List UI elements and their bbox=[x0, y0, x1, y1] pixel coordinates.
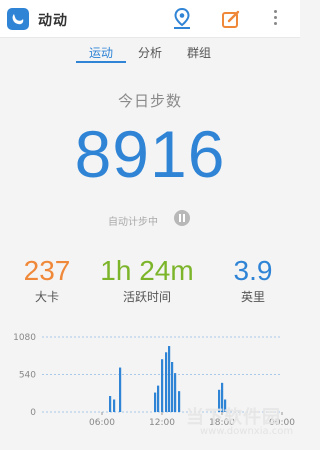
app-title: 动动 bbox=[38, 13, 68, 29]
chart-bar bbox=[154, 392, 157, 412]
watermark-url: www.downxia.com bbox=[200, 426, 294, 437]
distance-label: 英里 bbox=[240, 290, 265, 304]
y-tick-label: 0 bbox=[30, 408, 36, 418]
chart-bar bbox=[171, 362, 174, 412]
app-logo-icon[interactable] bbox=[7, 8, 29, 30]
chart-bar bbox=[119, 367, 122, 412]
pause-button[interactable] bbox=[174, 210, 190, 226]
y-tick-label: 1080 bbox=[13, 333, 36, 343]
more-vertical-icon[interactable] bbox=[268, 8, 282, 30]
tab-bar: 运动 分析 群组 bbox=[0, 40, 300, 66]
chart-bar bbox=[168, 346, 171, 412]
x-tick-label: 06:00 bbox=[89, 418, 115, 428]
calories-label: 大卡 bbox=[34, 290, 59, 304]
calories-stat: 237 大卡 bbox=[12, 256, 82, 305]
tab-exercise[interactable]: 运动 bbox=[79, 44, 123, 61]
chart-bar bbox=[174, 373, 177, 412]
auto-count-status: 自动计步中 bbox=[108, 217, 158, 228]
chart-bar bbox=[113, 399, 116, 412]
active-time-stat: 1h 24m 活跃时间 bbox=[88, 256, 206, 305]
active-tab-indicator bbox=[76, 61, 126, 63]
distance-stat: 3.9 英里 bbox=[222, 256, 284, 305]
chart-bar bbox=[161, 359, 164, 412]
chart-bar bbox=[178, 391, 181, 412]
tab-groups[interactable]: 群组 bbox=[177, 44, 221, 61]
chart-bar bbox=[157, 385, 160, 412]
steps-count: 8916 bbox=[74, 117, 226, 191]
tab-analysis[interactable]: 分析 bbox=[128, 44, 172, 61]
edit-icon[interactable] bbox=[220, 8, 242, 30]
chart-bar bbox=[109, 396, 112, 412]
calories-value: 237 bbox=[23, 255, 71, 286]
active-time-label: 活跃时间 bbox=[122, 290, 171, 304]
chart-bar bbox=[165, 352, 168, 412]
distance-value: 3.9 bbox=[233, 255, 273, 286]
steps-title: 今日步数 bbox=[117, 92, 182, 110]
active-time-value: 1h 24m bbox=[100, 255, 194, 286]
app-header: 动动 bbox=[0, 0, 300, 38]
map-pin-icon[interactable] bbox=[171, 7, 193, 31]
x-tick-label: 12:00 bbox=[149, 418, 175, 428]
y-tick-label: 540 bbox=[19, 371, 36, 381]
